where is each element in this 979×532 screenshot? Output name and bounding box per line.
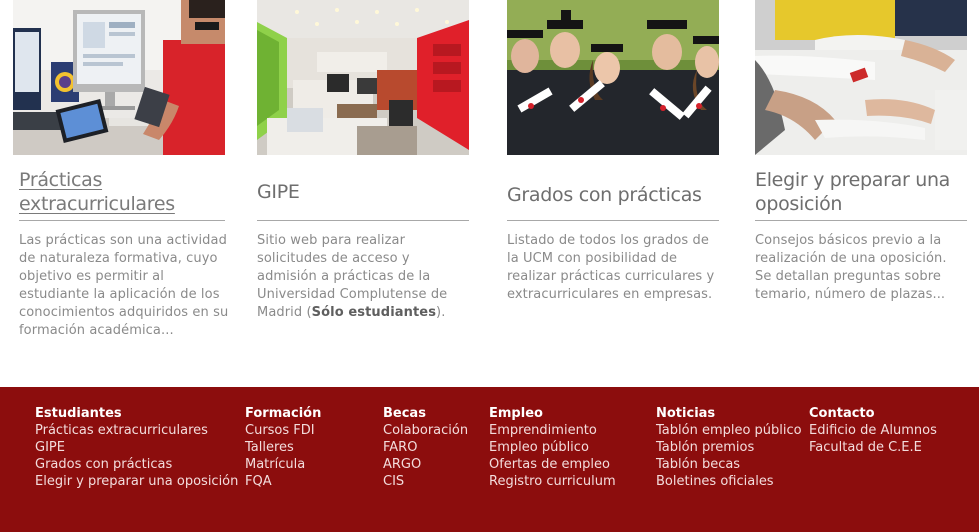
card-description: Las prácticas son una actividad de natur… — [19, 233, 229, 338]
footer-link[interactable]: Boletines oficiales — [656, 473, 802, 490]
card-description: Consejos básicos previo a la realización… — [755, 233, 947, 302]
card-title[interactable]: Prácticas extracurriculares — [19, 168, 219, 216]
card-divider — [257, 220, 469, 221]
footer-link[interactable]: Colaboración — [383, 422, 468, 439]
footer-column-contacto: Contacto Edificio de Alumnos Facultad de… — [809, 405, 937, 456]
footer-link[interactable]: FARO — [383, 439, 468, 456]
site-footer: Estudiantes Prácticas extracurriculares … — [0, 387, 979, 532]
footer-link[interactable]: Tablón becas — [656, 456, 802, 473]
footer-link[interactable]: Ofertas de empleo — [489, 456, 616, 473]
footer-heading[interactable]: Noticias — [656, 405, 802, 422]
card-title[interactable]: GIPE — [257, 180, 467, 204]
footer-link[interactable]: Elegir y preparar una oposición — [35, 473, 238, 490]
footer-link[interactable]: Facultad de C.E.E — [809, 439, 937, 456]
footer-link[interactable]: Edificio de Alumnos — [809, 422, 937, 439]
footer-link[interactable]: Tablón premios — [656, 439, 802, 456]
footer-heading[interactable]: Becas — [383, 405, 468, 422]
footer-link[interactable]: Grados con prácticas — [35, 456, 238, 473]
footer-heading[interactable]: Estudiantes — [35, 405, 238, 422]
card-description-bold: Sólo estudiantes — [311, 305, 437, 320]
footer-link[interactable]: Emprendimiento — [489, 422, 616, 439]
footer-link[interactable]: GIPE — [35, 439, 238, 456]
footer-heading[interactable]: Formación — [245, 405, 321, 422]
card-image-exam[interactable] — [755, 0, 967, 155]
card-description-end: ). — [436, 305, 446, 320]
card-image-graduates[interactable] — [507, 0, 719, 155]
footer-column-noticias: Noticias Tablón empleo público Tablón pr… — [656, 405, 802, 490]
card-description: Listado de todos los grados de la UCM co… — [507, 233, 715, 302]
footer-link[interactable]: Prácticas extracurriculares — [35, 422, 238, 439]
card-description: Sitio web para realizar solicitudes de a… — [257, 232, 469, 322]
footer-link[interactable]: Empleo público — [489, 439, 616, 456]
footer-link[interactable]: CIS — [383, 473, 468, 490]
card-divider — [19, 220, 225, 221]
footer-heading[interactable]: Empleo — [489, 405, 616, 422]
footer-link[interactable]: Matrícula — [245, 456, 321, 473]
card-divider — [755, 220, 967, 221]
footer-column-estudiantes: Estudiantes Prácticas extracurriculares … — [35, 405, 238, 490]
footer-link[interactable]: Cursos FDI — [245, 422, 321, 439]
footer-column-empleo: Empleo Emprendimiento Empleo público Ofe… — [489, 405, 616, 490]
card-image-office[interactable] — [13, 0, 225, 155]
footer-heading[interactable]: Contacto — [809, 405, 937, 422]
card-title[interactable]: Elegir y preparar una oposición — [755, 168, 967, 216]
footer-column-becas: Becas Colaboración FARO ARGO CIS — [383, 405, 468, 490]
footer-link[interactable]: FQA — [245, 473, 321, 490]
card-image-library[interactable] — [257, 0, 469, 155]
footer-link[interactable]: Registro curriculum — [489, 473, 616, 490]
footer-link[interactable]: Talleres — [245, 439, 321, 456]
footer-column-formacion: Formación Cursos FDI Talleres Matrícula … — [245, 405, 321, 490]
footer-link[interactable]: ARGO — [383, 456, 468, 473]
card-title[interactable]: Grados con prácticas — [507, 183, 719, 207]
footer-link[interactable]: Tablón empleo público — [656, 422, 802, 439]
card-divider — [507, 220, 719, 221]
